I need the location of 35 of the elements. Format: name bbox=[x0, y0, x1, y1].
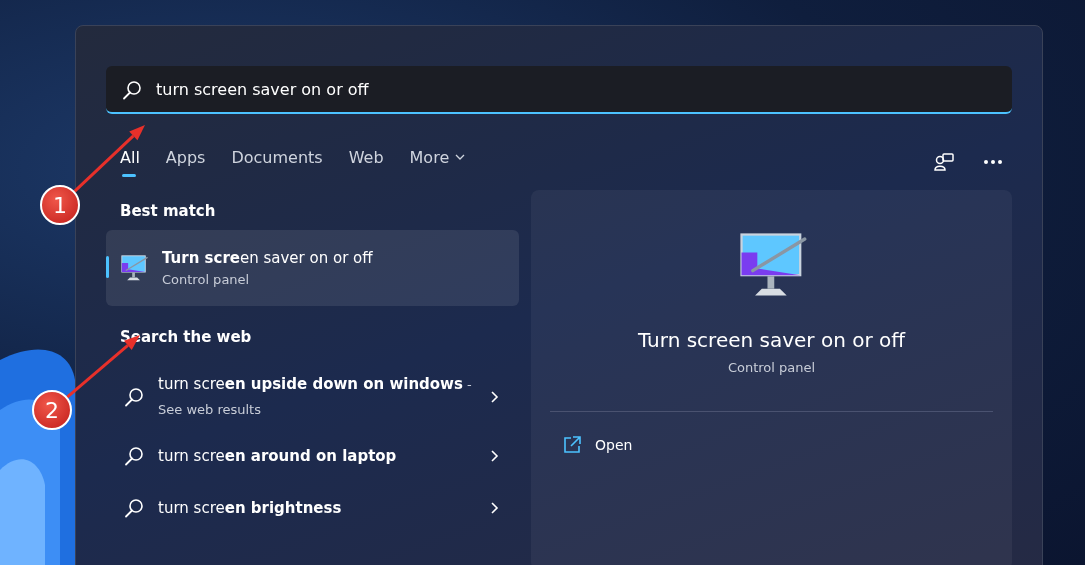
filter-tab[interactable]: Web bbox=[334, 147, 396, 177]
annotation-arrow bbox=[73, 125, 145, 193]
chevron-down-icon bbox=[455, 153, 466, 161]
web-result[interactable]: turn screen upside down on windows - See web results bbox=[106, 364, 519, 430]
filter-tab[interactable]: All bbox=[106, 147, 152, 177]
preview-subtitle: Control panel bbox=[727, 360, 816, 375]
result-title: Turn screen saver on or off bbox=[162, 249, 373, 267]
external-link-icon bbox=[563, 436, 581, 454]
chevron-right-icon bbox=[491, 502, 499, 514]
search-icon bbox=[124, 446, 144, 466]
selection-indicator bbox=[106, 256, 109, 278]
web-result-text: turn screen around on laptop bbox=[158, 445, 398, 467]
filter-tab[interactable]: Apps bbox=[151, 147, 218, 177]
search-icon bbox=[124, 387, 144, 407]
chevron-right-icon bbox=[491, 391, 499, 403]
people-chat-icon bbox=[934, 152, 954, 172]
chevron-right-icon bbox=[491, 450, 499, 462]
filter-tab[interactable]: Documents bbox=[217, 147, 335, 177]
web-result-text: turn screen upside down on windows - See web results bbox=[158, 374, 473, 419]
feedback-button[interactable] bbox=[932, 150, 956, 174]
search-icon bbox=[124, 498, 144, 518]
web-result[interactable]: turn screen brightness bbox=[106, 482, 519, 534]
more-options-button[interactable] bbox=[982, 158, 1004, 166]
more-icon bbox=[984, 160, 1002, 164]
web-result-text: turn screen brightness bbox=[158, 497, 343, 519]
filter-tab[interactable]: More bbox=[395, 147, 478, 177]
search-field[interactable]: turn screen saver on or off bbox=[106, 66, 1012, 114]
monitor-icon bbox=[120, 254, 148, 282]
section-heading: Best match bbox=[119, 201, 217, 222]
open-button[interactable]: Open bbox=[563, 436, 633, 454]
result-subtitle: Control panel bbox=[162, 272, 251, 287]
web-result[interactable]: turn screen around on laptop bbox=[106, 430, 519, 482]
best-match-result[interactable]: Turn screen saver on or off Control panel bbox=[106, 230, 519, 306]
preview-title: Turn screen saver on or off bbox=[637, 328, 906, 352]
step-number-badge: 1 bbox=[40, 185, 80, 225]
